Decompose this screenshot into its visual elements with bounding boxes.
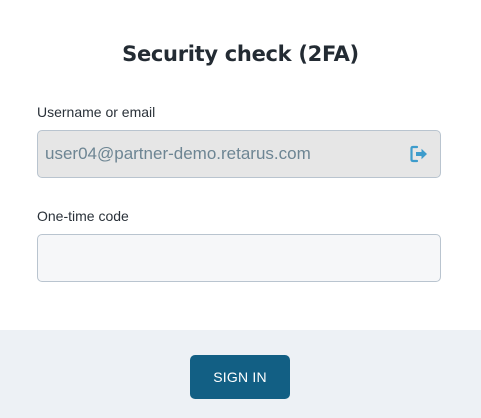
username-label: Username or email xyxy=(37,104,156,120)
logout-icon[interactable] xyxy=(409,144,429,164)
sign-in-button[interactable]: SIGN IN xyxy=(190,355,290,399)
login-page: Security check (2FA) Username or email u… xyxy=(0,0,481,418)
username-field[interactable]: user04@partner-demo.retarus.com xyxy=(37,130,441,178)
form-area: Security check (2FA) Username or email u… xyxy=(0,0,481,330)
form-footer: SIGN IN xyxy=(0,330,481,418)
otp-field-wrapper xyxy=(37,234,441,282)
page-title: Security check (2FA) xyxy=(122,42,359,66)
otp-input[interactable] xyxy=(38,235,440,281)
username-value: user04@partner-demo.retarus.com xyxy=(45,144,311,163)
otp-label: One-time code xyxy=(37,208,129,224)
